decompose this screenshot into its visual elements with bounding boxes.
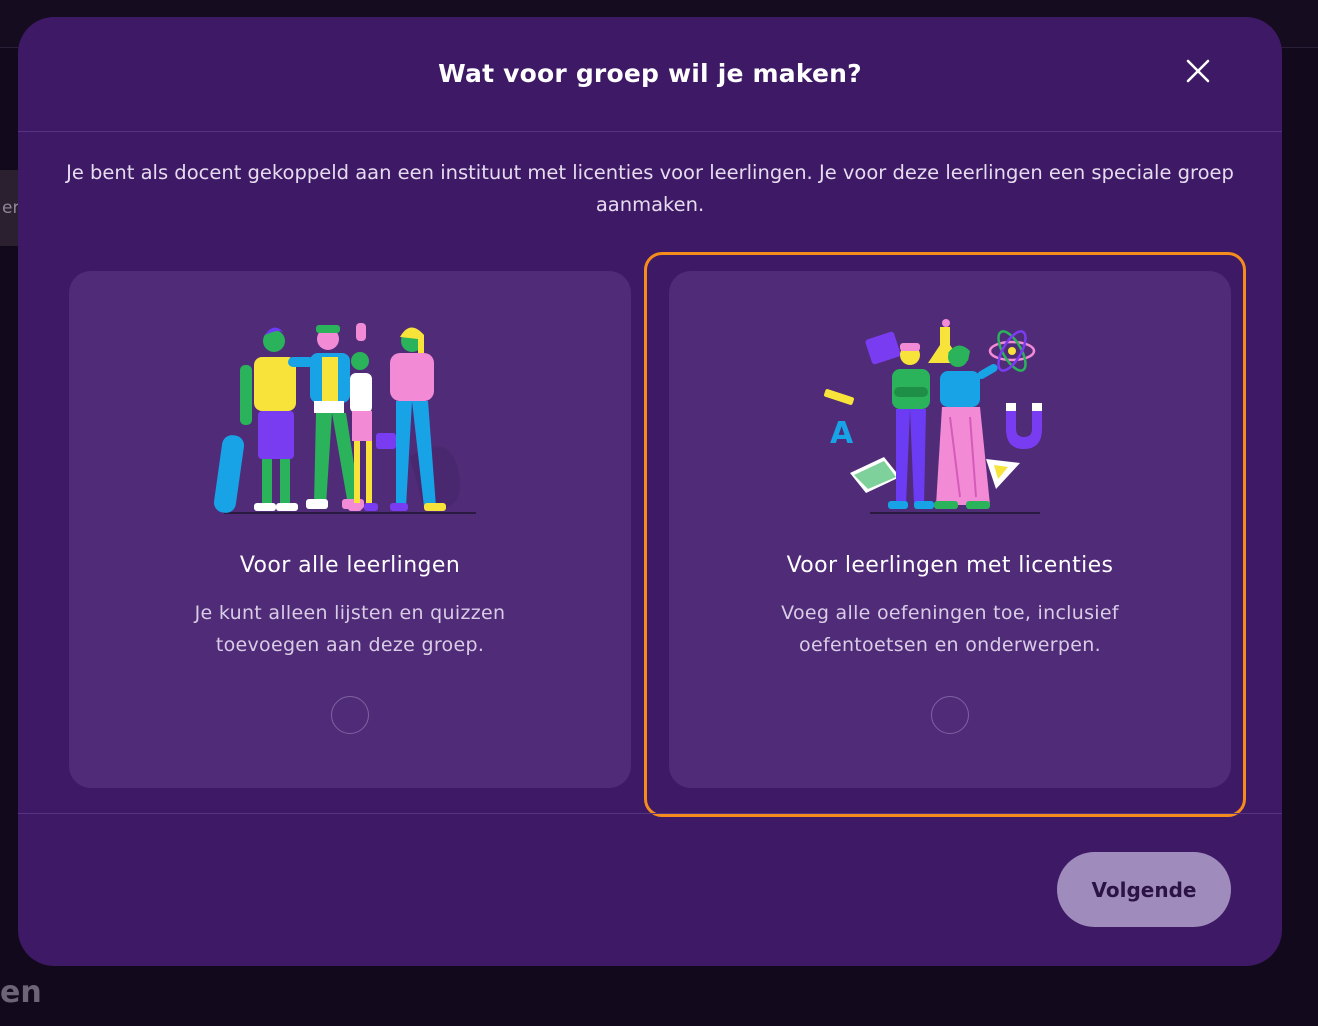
- close-icon: [1186, 59, 1210, 83]
- option-description: Je kunt alleen lijsten en quizzen toevoe…: [194, 602, 506, 656]
- option-title: Voor leerlingen met licenties: [786, 553, 1114, 578]
- option-description: Voeg alle oefeningen toe, inclusief oefe…: [781, 602, 1119, 656]
- radio-button-licensed-students[interactable]: [931, 696, 969, 734]
- students-with-science-objects-illustration: A: [824, 319, 1042, 514]
- option-title: Voor alle leerlingen: [239, 553, 461, 578]
- option-licensed-students[interactable]: A Voor leerlingen met licenties Voeg all…: [669, 271, 1231, 788]
- option-all-students[interactable]: Voor alle leerlingen Je kunt alleen lijs…: [69, 271, 631, 788]
- radio-button-all-students[interactable]: [331, 696, 369, 734]
- footer-divider: [18, 813, 1282, 814]
- modal-title: Wat voor groep wil je maken?: [438, 59, 862, 88]
- background-heading: en: [0, 975, 40, 1010]
- create-group-modal: Wat voor groep wil je maken? Je bent als…: [18, 17, 1282, 966]
- svg-text:A: A: [830, 416, 854, 451]
- modal-header: Wat voor groep wil je maken?: [18, 17, 1282, 132]
- modal-intro-text: Je bent als docent gekoppeld aan een ins…: [66, 161, 1234, 216]
- group-of-students-illustration: [213, 323, 476, 514]
- next-button[interactable]: Volgende: [1057, 852, 1231, 927]
- close-button[interactable]: [1180, 53, 1216, 89]
